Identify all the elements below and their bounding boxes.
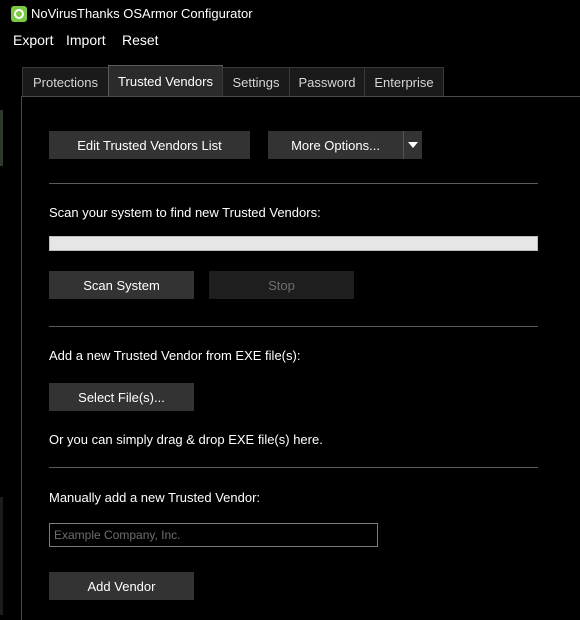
tab-protections[interactable]: Protections <box>22 67 109 96</box>
menu-export[interactable]: Export <box>13 32 53 48</box>
more-options-button[interactable]: More Options... <box>268 131 403 159</box>
menu-bar: Export Import Reset <box>0 30 580 52</box>
edit-trusted-vendors-button[interactable]: Edit Trusted Vendors List <box>49 131 250 159</box>
scan-system-button[interactable]: Scan System <box>49 271 194 299</box>
more-options-dropdown[interactable] <box>403 131 422 159</box>
add-vendor-button[interactable]: Add Vendor <box>49 572 194 600</box>
divider <box>49 183 538 184</box>
tab-trusted-vendors[interactable]: Trusted Vendors <box>108 65 223 97</box>
manual-add-label: Manually add a new Trusted Vendor: <box>49 490 261 505</box>
window-title: NoVirusThanks OSArmor Configurator <box>31 6 253 21</box>
stop-button[interactable]: Stop <box>209 271 354 299</box>
divider <box>49 467 538 468</box>
scan-label: Scan your system to find new Trusted Ven… <box>49 205 321 220</box>
title-bar: NoVirusThanks OSArmor Configurator <box>0 0 580 28</box>
select-files-button[interactable]: Select File(s)... <box>49 383 194 411</box>
divider <box>49 326 538 327</box>
chevron-down-icon <box>408 142 418 148</box>
configurator-window: NoVirusThanks OSArmor Configurator Expor… <box>0 0 580 620</box>
vendor-name-input[interactable] <box>49 523 378 547</box>
menu-import[interactable]: Import <box>66 32 106 48</box>
left-edge-accent-lower <box>0 497 3 615</box>
drag-drop-hint: Or you can simply drag & drop EXE file(s… <box>49 432 323 447</box>
scan-progress-bar <box>49 236 538 251</box>
tab-enterprise[interactable]: Enterprise <box>364 67 444 96</box>
osarmor-gear-icon <box>11 6 27 22</box>
left-edge-accent <box>0 110 3 166</box>
tab-password[interactable]: Password <box>289 67 365 96</box>
add-from-exe-label: Add a new Trusted Vendor from EXE file(s… <box>49 348 301 363</box>
menu-reset[interactable]: Reset <box>122 32 159 48</box>
tab-settings[interactable]: Settings <box>222 67 290 96</box>
